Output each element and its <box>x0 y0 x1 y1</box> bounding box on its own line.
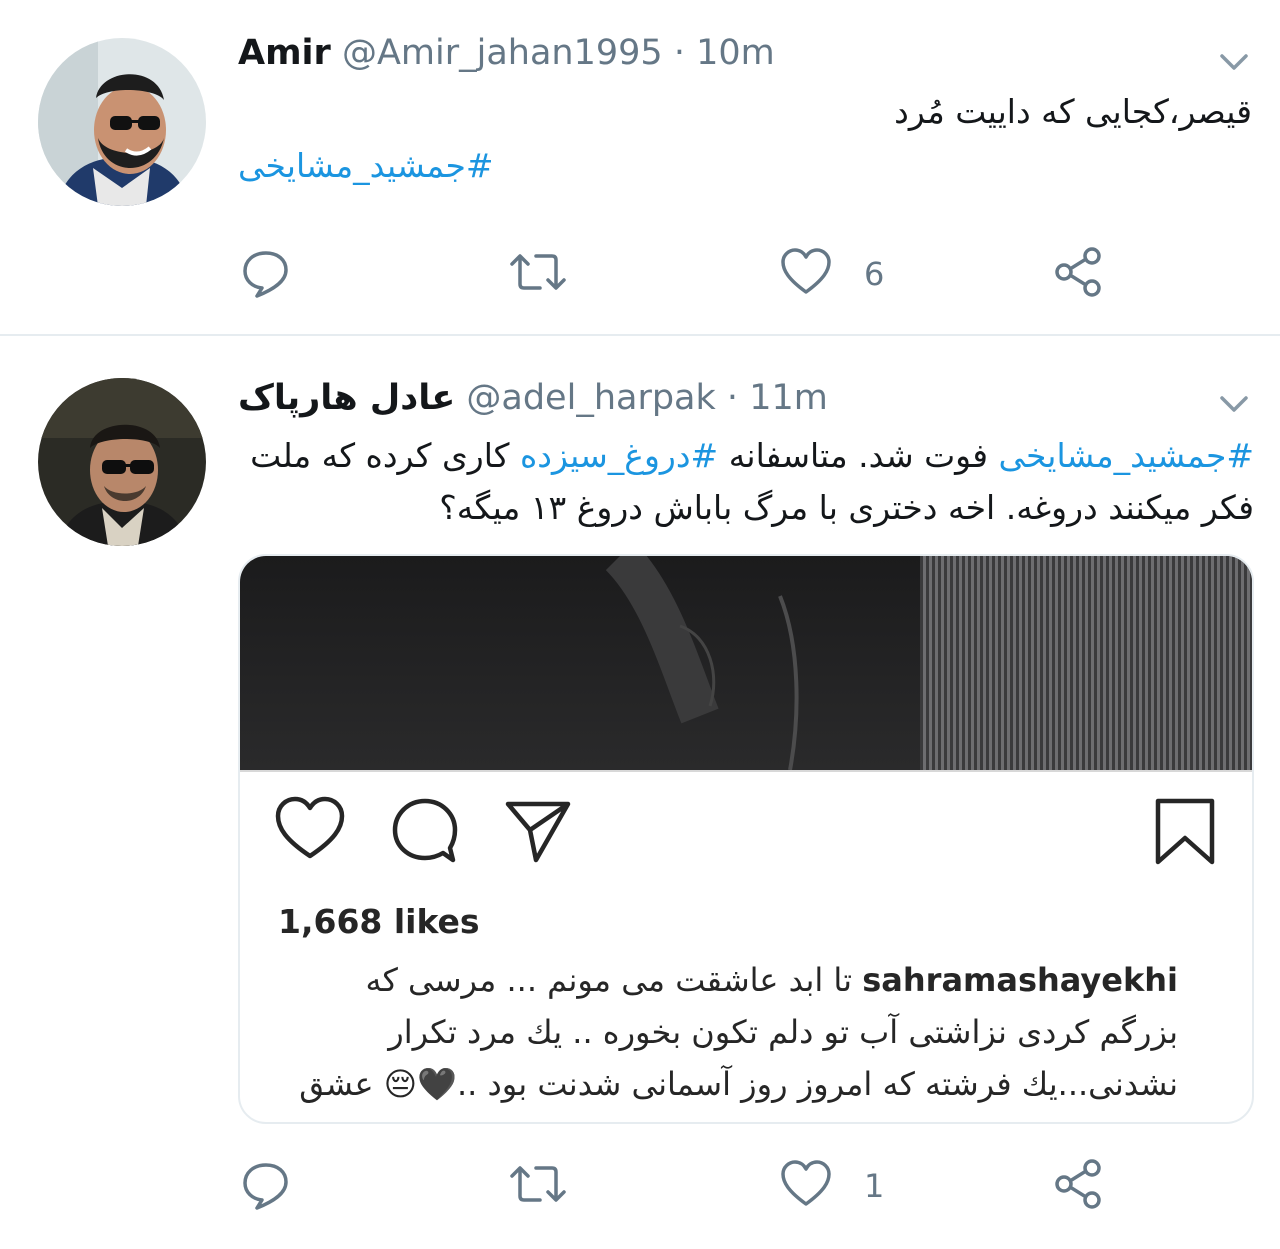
reply-button[interactable] <box>238 1156 324 1216</box>
separator-dot: · <box>673 33 685 73</box>
hashtag-link[interactable]: #جمشید_مشایخی <box>998 436 1254 475</box>
share-icon <box>1050 244 1106 304</box>
avatar[interactable] <box>38 38 206 206</box>
tweet-text-part: فوت شد. متاسفانه <box>718 436 999 475</box>
timestamp[interactable]: 10m <box>696 33 775 73</box>
tweet-header: Amir @Amir_jahan1995 · 10m <box>238 28 775 78</box>
ig-comment-icon[interactable] <box>390 796 460 870</box>
retweet-button[interactable] <box>506 1156 600 1216</box>
ig-heart-icon[interactable] <box>274 796 346 866</box>
caption-username[interactable]: sahramashayekhi <box>862 961 1178 999</box>
retweet-icon <box>506 1156 570 1216</box>
ig-send-icon[interactable] <box>502 796 574 870</box>
share-button[interactable] <box>1050 244 1106 304</box>
like-count: 1 <box>864 1167 885 1205</box>
share-icon <box>1050 1156 1106 1216</box>
tweet-actions: 1 <box>238 1156 1138 1216</box>
display-name[interactable]: Amir <box>238 33 331 73</box>
tweet[interactable]: Amir @Amir_jahan1995 · 10m قیصر،کجایی که… <box>0 0 1280 336</box>
embedded-instagram-image[interactable]: 1,668 likes sahramashayekhi تا ابد عاشقت… <box>238 554 1254 1124</box>
tweet-text: #جمشید_مشایخی فوت شد. متاسفانه #دروغ_سیز… <box>238 430 1254 534</box>
tweet-header: عادل هارپاک @adel_harpak · 11m <box>238 373 828 423</box>
hashtag-link[interactable]: #دروغ_سیزده <box>520 436 718 475</box>
user-handle[interactable]: @Amir_jahan1995 <box>342 33 663 73</box>
share-button[interactable] <box>1050 1156 1106 1216</box>
reply-button[interactable] <box>238 244 324 304</box>
avatar[interactable] <box>38 378 206 546</box>
hashtag-link[interactable]: #جمشید_مشایخی <box>238 140 494 192</box>
retweet-button[interactable] <box>506 244 600 304</box>
likes-count[interactable]: 1,668 likes <box>278 902 480 941</box>
like-icon <box>778 244 834 304</box>
post-caption: sahramashayekhi تا ابد عاشقت می مونم ...… <box>278 954 1178 1110</box>
like-icon <box>778 1156 834 1216</box>
post-photo <box>240 556 1252 770</box>
tweet[interactable]: عادل هارپاک @adel_harpak · 11m #جمشید_مش… <box>0 338 1280 1249</box>
separator-dot: · <box>726 378 739 418</box>
reply-icon <box>238 1156 294 1216</box>
like-button[interactable]: 6 <box>778 244 884 304</box>
retweet-icon <box>506 244 570 304</box>
ig-bookmark-icon[interactable] <box>1154 798 1216 870</box>
like-button[interactable]: 1 <box>778 1156 884 1216</box>
chevron-down-icon[interactable] <box>1216 386 1252 422</box>
display-name[interactable]: عادل هارپاک <box>238 378 455 418</box>
user-handle[interactable]: @adel_harpak <box>466 378 715 418</box>
tweet-text: قیصر،کجایی که داییت مُرد <box>894 92 1252 131</box>
like-count: 6 <box>864 255 885 293</box>
tweet-actions: 6 <box>238 244 1138 304</box>
reply-icon <box>238 244 294 304</box>
timestamp[interactable]: 11m <box>749 378 828 418</box>
chevron-down-icon[interactable] <box>1216 44 1252 80</box>
